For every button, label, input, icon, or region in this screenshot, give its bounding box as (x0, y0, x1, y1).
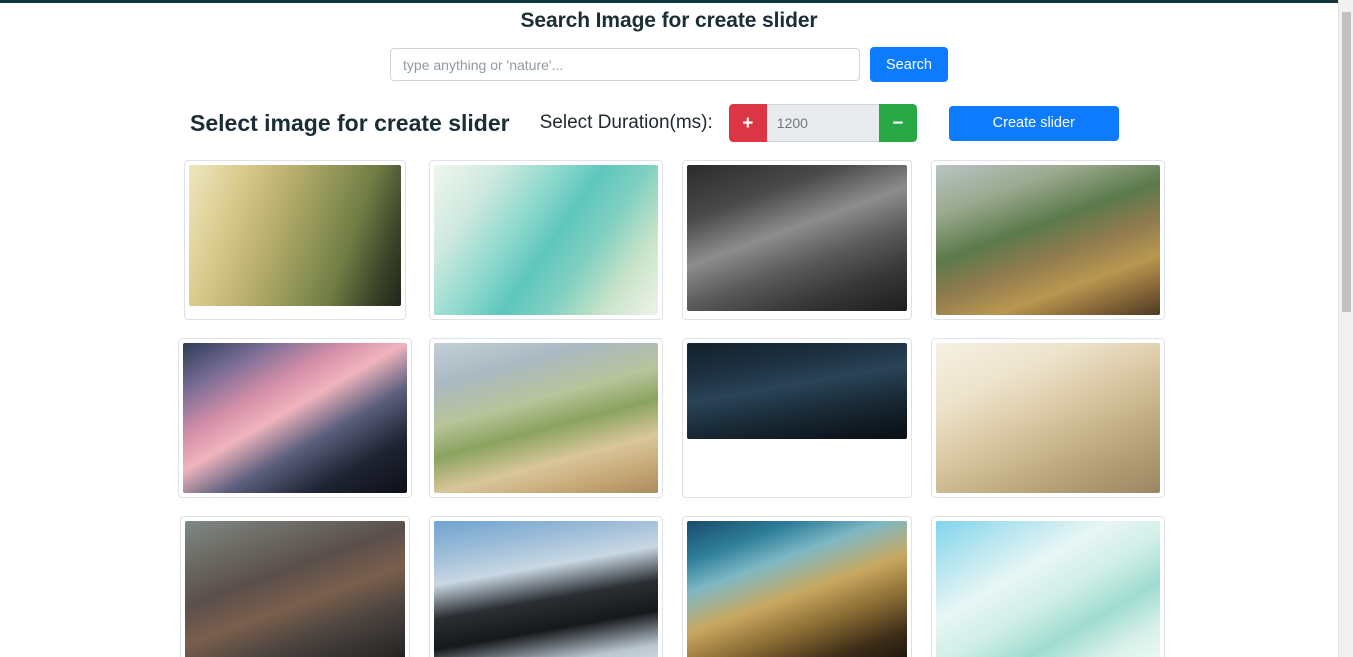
red-classic-car-on-dirt-road-image[interactable] (935, 165, 1160, 315)
sports-car-taillights-night-street-image[interactable] (686, 343, 907, 439)
sneakers-out-of-car-window-image[interactable] (189, 165, 402, 306)
search-input[interactable] (390, 48, 861, 81)
duration-input[interactable] (766, 104, 879, 142)
gallery-cell (922, 516, 1173, 657)
gallery-cell (672, 516, 923, 657)
search-row: Search (0, 47, 1338, 82)
two-women-lying-on-truck-hood-image[interactable] (185, 521, 406, 657)
gallery-cell (421, 338, 672, 498)
gallery-image-card[interactable] (930, 516, 1165, 657)
classic-car-interior-wooden-steering-wheel-image[interactable] (686, 521, 907, 657)
duration-stepper-group: + − (728, 104, 917, 142)
gallery-cell (170, 338, 421, 498)
gallery-image-card[interactable] (180, 516, 411, 657)
gallery-image-card[interactable] (681, 516, 912, 657)
create-slider-button[interactable]: Create slider (948, 105, 1119, 141)
gallery-cell (421, 160, 672, 320)
gallery-cell (672, 338, 923, 498)
image-gallery-grid (0, 160, 1338, 657)
gallery-cell (421, 516, 672, 657)
gallery-image-card[interactable] (930, 160, 1165, 320)
gallery-cell (922, 338, 1173, 498)
top-accent-bar (0, 0, 1338, 3)
woman-headscarf-driving-vintage-car-image[interactable] (434, 165, 659, 315)
black-mustang-in-snow-image[interactable] (434, 521, 659, 657)
page-root: Search Image for create slider Search Se… (0, 0, 1338, 657)
gallery-image-card[interactable] (178, 338, 413, 498)
green-beetle-car-on-beach-image[interactable] (434, 343, 659, 493)
gallery-image-card[interactable] (681, 160, 912, 320)
select-image-heading: Select image for create slider (190, 109, 510, 136)
duration-label: Select Duration(ms): (539, 112, 713, 133)
page-scrollbar[interactable] (1338, 0, 1353, 657)
gallery-image-card[interactable] (930, 338, 1165, 498)
increase-duration-button[interactable]: + (728, 104, 767, 142)
page-title: Search Image for create slider (520, 9, 818, 32)
gallery-cell (170, 516, 421, 657)
gallery-image-card[interactable] (429, 516, 664, 657)
decrease-duration-button[interactable]: − (878, 104, 917, 142)
gallery-image-card[interactable] (429, 160, 664, 320)
scrollbar-thumb[interactable] (1342, 12, 1351, 312)
vintage-cadillac-front-sepia-image[interactable] (935, 343, 1160, 493)
mechanic-under-car-black-and-white-image[interactable] (686, 165, 907, 311)
woman-in-convertible-through-windshield-image[interactable] (935, 521, 1160, 657)
gallery-cell (170, 160, 421, 320)
driver-hands-on-steering-wheel-sunset-image[interactable] (183, 343, 408, 493)
gallery-image-card[interactable] (184, 160, 407, 320)
controls-row: Select image for create slider Select Du… (0, 104, 1338, 142)
gallery-image-card[interactable] (681, 338, 912, 498)
gallery-image-card[interactable] (429, 338, 664, 498)
gallery-cell (922, 160, 1173, 320)
gallery-cell (672, 160, 923, 320)
search-button[interactable]: Search (870, 47, 948, 82)
